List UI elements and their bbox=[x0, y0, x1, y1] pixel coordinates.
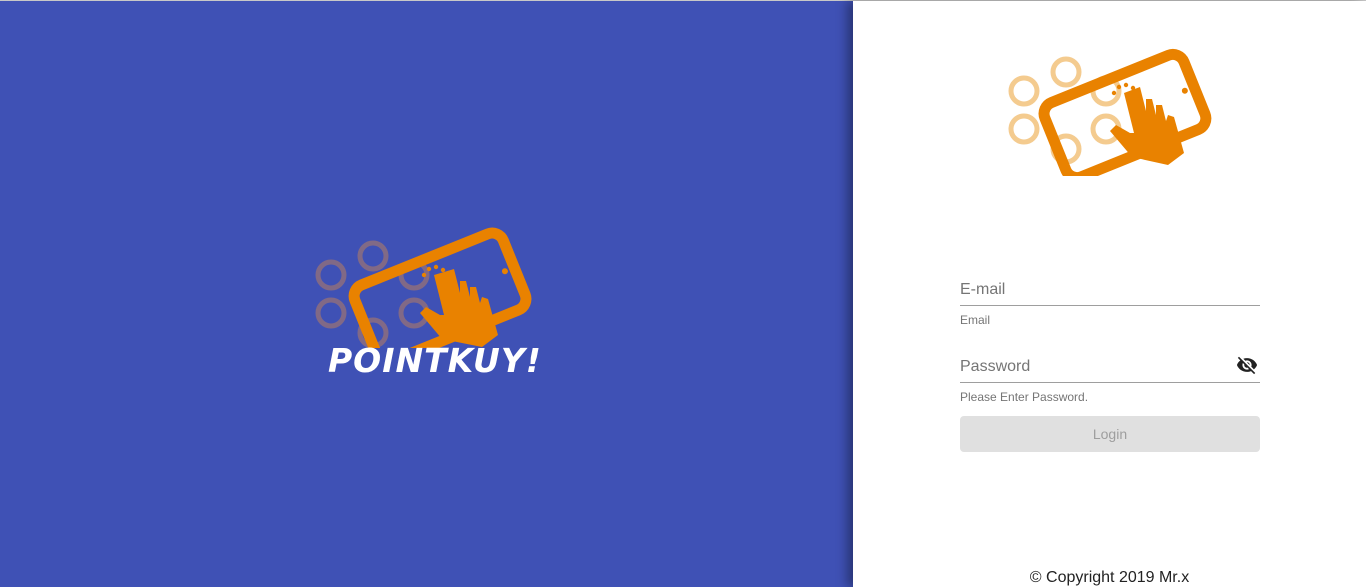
password-field-wrapper bbox=[960, 348, 1260, 385]
login-button[interactable]: Login bbox=[960, 416, 1260, 452]
login-page: POINTKUY! E-mail Email Please Enter Pass… bbox=[0, 0, 1366, 587]
email-hint: Email bbox=[960, 313, 991, 327]
tablet-tap-icon bbox=[315, 227, 532, 348]
login-panel: Email Please Enter Password. Login © Cop… bbox=[853, 1, 1366, 587]
copyright-text: © Copyright 2019 Mr.x bbox=[1029, 569, 1190, 586]
password-hint: Please Enter Password. bbox=[960, 390, 1089, 404]
brand-block: POINTKUY! bbox=[310, 223, 550, 388]
login-form: Email Please Enter Password. Login bbox=[960, 271, 1260, 452]
brand-name: POINTKUY! bbox=[328, 341, 542, 380]
eye-off-icon[interactable] bbox=[1234, 354, 1260, 376]
email-input[interactable] bbox=[960, 271, 1260, 306]
tablet-tap-logo-icon bbox=[1008, 48, 1212, 176]
email-field-wrapper bbox=[960, 271, 1260, 308]
brand-panel: POINTKUY! bbox=[0, 1, 853, 587]
password-input[interactable] bbox=[960, 348, 1260, 383]
